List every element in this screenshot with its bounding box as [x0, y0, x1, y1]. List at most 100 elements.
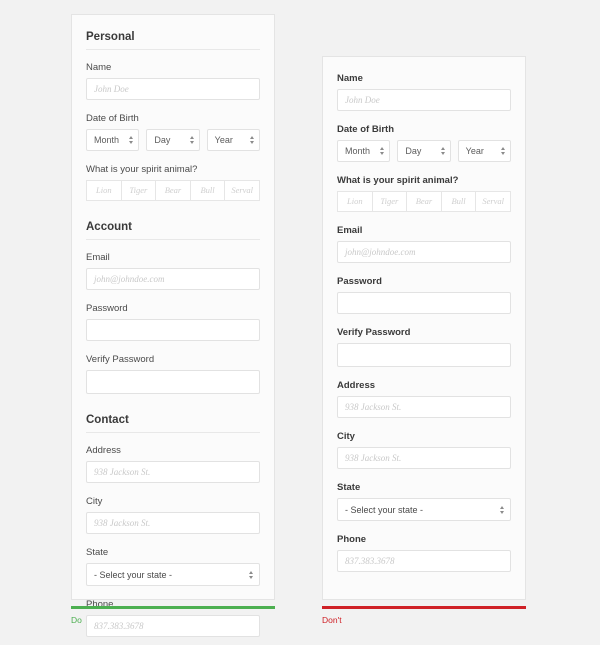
section-heading-account: Account	[86, 221, 260, 240]
label-state: State	[86, 547, 109, 558]
input-verify-password[interactable]	[337, 343, 511, 367]
select-month-value: Month	[94, 135, 120, 145]
spirit-animal-button-group: Lion Tiger Bear Bull Serval	[86, 180, 260, 201]
field-spirit-animal: What is your spirit animal? Lion Tiger B…	[337, 175, 511, 212]
spirit-animal-option-serval[interactable]: Serval	[475, 191, 511, 212]
field-city: City 938 Jackson St.	[86, 496, 260, 534]
label-address: Address	[86, 445, 121, 456]
dont-form-panel: Name John Doe Date of Birth Month Day Ye…	[322, 56, 526, 600]
label-city: City	[86, 496, 103, 507]
do-underline	[71, 606, 275, 609]
label-email: Email	[86, 252, 110, 263]
select-state-value: - Select your state -	[94, 570, 173, 580]
section-heading-contact: Contact	[86, 414, 260, 433]
chevron-updown-icon	[129, 130, 134, 150]
field-phone: Phone 837.383.3678	[337, 534, 511, 572]
select-month-value: Month	[345, 146, 371, 156]
chevron-updown-icon	[380, 141, 385, 161]
do-form-panel: Personal Name John Doe Date of Birth Mon…	[71, 14, 275, 637]
input-phone[interactable]: 837.383.3678	[86, 615, 260, 637]
chevron-updown-icon	[189, 130, 194, 150]
field-state: State - Select your state -	[86, 547, 260, 586]
chevron-updown-icon	[500, 141, 505, 161]
chevron-updown-icon	[500, 499, 504, 520]
field-name: Name John Doe	[86, 62, 260, 100]
label-spirit-animal: What is your spirit animal?	[337, 175, 459, 186]
input-address[interactable]: 938 Jackson St.	[337, 396, 511, 418]
field-spirit-animal: What is your spirit animal? Lion Tiger B…	[86, 164, 260, 201]
spirit-animal-option-bear[interactable]: Bear	[406, 191, 441, 212]
dont-underline	[322, 606, 526, 609]
spirit-animal-option-serval[interactable]: Serval	[224, 180, 260, 201]
chevron-updown-icon	[440, 141, 445, 161]
input-email[interactable]: john@johndoe.com	[337, 241, 511, 263]
field-phone: Phone 837.383.3678	[86, 599, 260, 637]
field-date-of-birth: Date of Birth Month Day Year	[86, 113, 260, 151]
label-name: Name	[86, 62, 112, 73]
spirit-animal-option-bear[interactable]: Bear	[155, 180, 190, 201]
spirit-animal-option-tiger[interactable]: Tiger	[371, 191, 407, 212]
field-name: Name John Doe	[337, 73, 511, 111]
chevron-updown-icon	[249, 564, 253, 585]
select-day[interactable]: Day	[397, 140, 451, 162]
label-name: Name	[337, 73, 363, 84]
field-email: Email john@johndoe.com	[86, 252, 260, 290]
dob-select-row: Month Day Year	[86, 129, 260, 151]
select-year-value: Year	[214, 135, 233, 145]
label-verify-password: Verify Password	[86, 354, 155, 365]
spirit-animal-option-bull[interactable]: Bull	[440, 191, 476, 212]
dob-select-row: Month Day Year	[337, 140, 511, 162]
label-password: Password	[86, 303, 128, 314]
select-day-value: Day	[405, 146, 422, 156]
field-state: State - Select your state -	[337, 482, 511, 521]
field-city: City 938 Jackson St.	[337, 431, 511, 469]
input-name[interactable]: John Doe	[337, 89, 511, 111]
label-verify-password: Verify Password	[337, 327, 411, 338]
input-city[interactable]: 938 Jackson St.	[337, 447, 511, 469]
field-address: Address 938 Jackson St.	[86, 445, 260, 483]
select-year-value: Year	[465, 146, 484, 156]
field-verify-password: Verify Password	[86, 354, 260, 394]
select-year[interactable]: Year	[206, 129, 260, 151]
spirit-animal-button-group: Lion Tiger Bear Bull Serval	[337, 191, 511, 212]
label-password: Password	[337, 276, 382, 287]
spirit-animal-option-bull[interactable]: Bull	[189, 180, 225, 201]
spirit-animal-option-lion[interactable]: Lion	[86, 180, 121, 201]
select-state[interactable]: - Select your state -	[86, 563, 260, 586]
spirit-animal-option-lion[interactable]: Lion	[337, 191, 372, 212]
input-password[interactable]	[337, 292, 511, 314]
label-phone: Phone	[337, 534, 367, 545]
field-email: Email john@johndoe.com	[337, 225, 511, 263]
label-date-of-birth: Date of Birth	[86, 113, 139, 124]
input-password[interactable]	[86, 319, 260, 341]
field-verify-password: Verify Password	[337, 327, 511, 367]
select-day-value: Day	[154, 135, 171, 145]
input-phone[interactable]: 837.383.3678	[337, 550, 511, 572]
select-state[interactable]: - Select your state -	[337, 498, 511, 521]
label-state: State	[337, 482, 361, 493]
input-email[interactable]: john@johndoe.com	[86, 268, 260, 290]
field-password: Password	[86, 303, 260, 341]
comparison-stage: Personal Name John Doe Date of Birth Mon…	[0, 0, 600, 645]
field-address: Address 938 Jackson St.	[337, 380, 511, 418]
do-caption: Do	[71, 615, 82, 625]
chevron-updown-icon	[249, 130, 254, 150]
spirit-animal-option-tiger[interactable]: Tiger	[120, 180, 156, 201]
label-email: Email	[337, 225, 363, 236]
label-spirit-animal: What is your spirit animal?	[86, 164, 198, 175]
select-day[interactable]: Day	[146, 129, 200, 151]
label-address: Address	[337, 380, 376, 391]
field-password: Password	[337, 276, 511, 314]
section-heading-personal: Personal	[86, 31, 260, 50]
dont-caption: Don't	[322, 615, 342, 625]
input-address[interactable]: 938 Jackson St.	[86, 461, 260, 483]
select-year[interactable]: Year	[457, 140, 511, 162]
label-city: City	[337, 431, 355, 442]
input-verify-password[interactable]	[86, 370, 260, 394]
input-city[interactable]: 938 Jackson St.	[86, 512, 260, 534]
label-date-of-birth: Date of Birth	[337, 124, 394, 135]
field-date-of-birth: Date of Birth Month Day Year	[337, 124, 511, 162]
select-month[interactable]: Month	[86, 129, 140, 151]
select-month[interactable]: Month	[337, 140, 391, 162]
input-name[interactable]: John Doe	[86, 78, 260, 100]
